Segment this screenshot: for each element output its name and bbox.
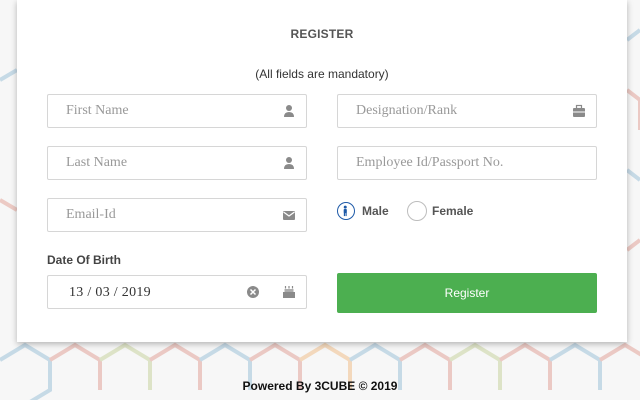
dob-field[interactable]: 13 / 03 / 2019 <box>47 275 307 309</box>
female-label: Female <box>432 204 474 218</box>
clear-icon[interactable] <box>246 285 260 299</box>
designation-input[interactable] <box>356 95 556 127</box>
form-subtitle: (All fields are mandatory) <box>255 67 389 81</box>
email-field <box>47 198 307 232</box>
last-name-field <box>47 146 307 180</box>
email-input[interactable] <box>66 199 266 231</box>
envelope-icon <box>283 211 295 220</box>
footer-text: Powered By 3CUBE © 2019 <box>242 379 398 393</box>
form-title: REGISTER <box>290 27 354 41</box>
briefcase-icon <box>573 104 585 117</box>
designation-field <box>337 94 597 128</box>
first-name-field <box>47 94 307 128</box>
male-radio[interactable] <box>337 202 355 220</box>
dob-label: Date Of Birth <box>47 253 122 267</box>
dob-value: 13 / 03 / 2019 <box>69 285 151 300</box>
female-radio[interactable] <box>407 201 427 221</box>
register-button[interactable]: Register <box>337 273 597 313</box>
register-card: REGISTER (All fields are mandatory) Date… <box>17 0 627 342</box>
first-name-input[interactable] <box>66 95 266 127</box>
male-label: Male <box>362 204 389 218</box>
employee-id-field <box>337 146 597 180</box>
last-name-input[interactable] <box>66 147 266 179</box>
gender-selector: Male Female <box>337 201 597 223</box>
calendar-icon[interactable] <box>282 285 296 299</box>
male-figure-icon <box>343 205 347 216</box>
employee-id-input[interactable] <box>356 147 586 179</box>
user-icon <box>284 157 294 169</box>
user-icon <box>284 105 294 117</box>
